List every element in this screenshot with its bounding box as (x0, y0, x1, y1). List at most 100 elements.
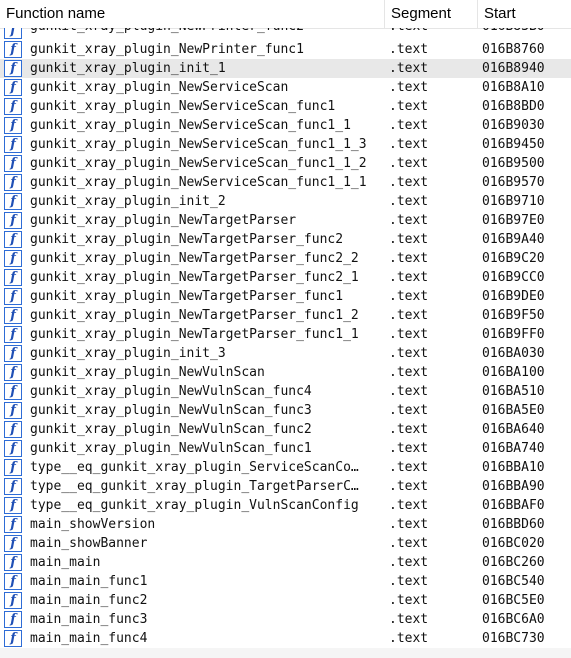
function-segment: .text (389, 308, 429, 323)
function-start-address: 016B9450 (482, 137, 545, 152)
function-segment: .text (389, 175, 429, 190)
function-row[interactable]: f gunkit_xray_plugin_NewTargetParser_func… (0, 268, 571, 287)
function-name: gunkit_xray_plugin_NewServiceScan_func1_… (30, 118, 351, 133)
column-header-function-name[interactable]: Function name (0, 0, 384, 28)
function-icon: f (4, 269, 22, 286)
function-start-address: 016BA030 (482, 346, 545, 361)
function-name: gunkit_xray_plugin_init_1 (30, 61, 226, 76)
function-name: gunkit_xray_plugin_NewTargetParser_func2… (30, 270, 359, 285)
function-row[interactable]: f main_showVersion .text 016BBD60 (0, 515, 571, 534)
function-segment: .text (389, 232, 429, 247)
function-start-address: 016B8BD0 (482, 99, 545, 114)
function-name: main_main_func1 (30, 574, 148, 589)
function-name: gunkit_xray_plugin_NewServiceScan_func1 (30, 99, 336, 114)
function-row[interactable]: f gunkit_xray_plugin_NewTargetParser_func… (0, 325, 571, 344)
function-row[interactable]: f gunkit_xray_plugin_NewServiceScan_func1… (0, 135, 571, 154)
function-row[interactable]: f gunkit_xray_plugin_NewVulnScan_func2 .te… (0, 420, 571, 439)
function-icon: f (4, 288, 22, 305)
function-start-address: 016BA5E0 (482, 403, 545, 418)
function-icon: f (4, 364, 22, 381)
function-row[interactable]: f gunkit_xray_plugin_NewTargetParser_func… (0, 287, 571, 306)
function-icon: f (4, 516, 22, 533)
column-header-start[interactable]: Start (477, 0, 571, 28)
function-icon: f (4, 630, 22, 647)
function-icon: f (4, 554, 22, 571)
function-name: gunkit_xray_plugin_NewServiceScan_func1_… (30, 137, 367, 152)
function-name: gunkit_xray_plugin_NewTargetParser_func1… (30, 327, 359, 342)
function-start-address: 016BBD60 (482, 517, 545, 532)
function-icon: f (4, 459, 22, 476)
function-row[interactable]: f main_main_func1 .text 016BC540 (0, 572, 571, 591)
function-row[interactable]: f gunkit_xray_plugin_NewVulnScan_func1 .te… (0, 439, 571, 458)
function-start-address: 016BA100 (482, 365, 545, 380)
function-row[interactable]: f gunkit_xray_plugin_NewServiceScan_func1… (0, 116, 571, 135)
horizontal-scrollbar[interactable] (0, 648, 571, 658)
function-icon: f (4, 41, 22, 58)
function-segment: .text (389, 327, 429, 342)
function-segment: .text (389, 270, 429, 285)
function-name: main_showBanner (30, 536, 148, 551)
function-icon: f (4, 28, 22, 39)
function-segment: .text (389, 498, 429, 513)
function-icon: f (4, 212, 22, 229)
function-segment: .text (389, 42, 429, 57)
function-row[interactable]: f gunkit_xray_plugin_NewVulnScan_func4 .te… (0, 382, 571, 401)
function-start-address: 016B9500 (482, 156, 545, 171)
function-row[interactable]: f gunkit_xray_plugin_NewVulnScan .text 016B… (0, 363, 571, 382)
function-row[interactable]: f gunkit_xray_plugin_init_3 .text 016BA030 (0, 344, 571, 363)
function-row[interactable]: f gunkit_xray_plugin_NewServiceScan_func1… (0, 173, 571, 192)
function-segment: .text (389, 80, 429, 95)
function-start-address: 016B83B0 (482, 28, 545, 33)
function-name: gunkit_xray_plugin_NewTargetParser_func1… (30, 308, 359, 323)
function-icon: f (4, 535, 22, 552)
function-name: type__eq_gunkit_xray_plugin_ServiceScanC… (30, 460, 359, 475)
function-name: type__eq_gunkit_xray_plugin_VulnScanConf… (30, 498, 359, 513)
function-name: gunkit_xray_plugin_NewVulnScan_func4 (30, 384, 312, 399)
function-start-address: 016B9570 (482, 175, 545, 190)
function-icon: f (4, 60, 22, 77)
function-segment: .text (389, 61, 429, 76)
function-icon: f (4, 79, 22, 96)
function-row[interactable]: f type__eq_gunkit_xray_plugin_VulnScanCon… (0, 496, 571, 515)
function-icon: f (4, 402, 22, 419)
function-row[interactable]: f type__eq_gunkit_xray_plugin_TargetParse… (0, 477, 571, 496)
function-row[interactable]: f gunkit_xray_plugin_NewPrinter_func1 .tex… (0, 40, 571, 59)
function-row[interactable]: f main_showBanner .text 016BC020 (0, 534, 571, 553)
function-row[interactable]: f gunkit_xray_plugin_NewTargetParser_func… (0, 230, 571, 249)
function-row[interactable]: f gunkit_xray_plugin_NewTargetParser_func… (0, 306, 571, 325)
function-row[interactable]: f gunkit_xray_plugin_NewServiceScan_func1… (0, 154, 571, 173)
function-segment: .text (389, 251, 429, 266)
function-row[interactable]: f gunkit_xray_plugin_NewPrinter_func2 .tex… (0, 28, 571, 40)
column-header-segment[interactable]: Segment (384, 0, 477, 28)
function-start-address: 016BC5E0 (482, 593, 545, 608)
function-row[interactable]: f main_main_func3 .text 016BC6A0 (0, 610, 571, 629)
column-header: Function name Segment Start (0, 0, 571, 29)
function-segment: .text (389, 137, 429, 152)
function-row[interactable]: f gunkit_xray_plugin_NewVulnScan_func3 .te… (0, 401, 571, 420)
function-row[interactable]: f gunkit_xray_plugin_NewTargetParser_func… (0, 249, 571, 268)
function-row[interactable]: f gunkit_xray_plugin_NewTargetParser .text… (0, 211, 571, 230)
function-row[interactable]: f gunkit_xray_plugin_NewServiceScan_func1… (0, 97, 571, 116)
function-row[interactable]: f main_main_func2 .text 016BC5E0 (0, 591, 571, 610)
function-row[interactable]: f type__eq_gunkit_xray_plugin_ServiceScan… (0, 458, 571, 477)
function-icon: f (4, 193, 22, 210)
function-name: gunkit_xray_plugin_NewTargetParser_func1 (30, 289, 344, 304)
function-name: gunkit_xray_plugin_NewVulnScan (30, 365, 265, 380)
function-segment: .text (389, 118, 429, 133)
function-row[interactable]: f gunkit_xray_plugin_NewServiceScan .text 0… (0, 78, 571, 97)
function-start-address: 016B9DE0 (482, 289, 545, 304)
function-start-address: 016B97E0 (482, 213, 545, 228)
function-icon: f (4, 592, 22, 609)
function-row[interactable]: f main_main_func4 .text 016BC730 (0, 629, 571, 648)
function-segment: .text (389, 289, 429, 304)
function-icon: f (4, 174, 22, 191)
function-row[interactable]: f main_main .text 016BC260 (0, 553, 571, 572)
function-start-address: 016B9FF0 (482, 327, 545, 342)
function-segment: .text (389, 28, 428, 33)
function-segment: .text (389, 194, 429, 209)
function-row[interactable]: f gunkit_xray_plugin_init_1 .text 016B8940 (0, 59, 571, 78)
function-start-address: 016BA640 (482, 422, 545, 437)
function-name: gunkit_xray_plugin_NewTargetParser_func2… (30, 251, 359, 266)
function-icon: f (4, 573, 22, 590)
function-row[interactable]: f gunkit_xray_plugin_init_2 .text 016B9710 (0, 192, 571, 211)
